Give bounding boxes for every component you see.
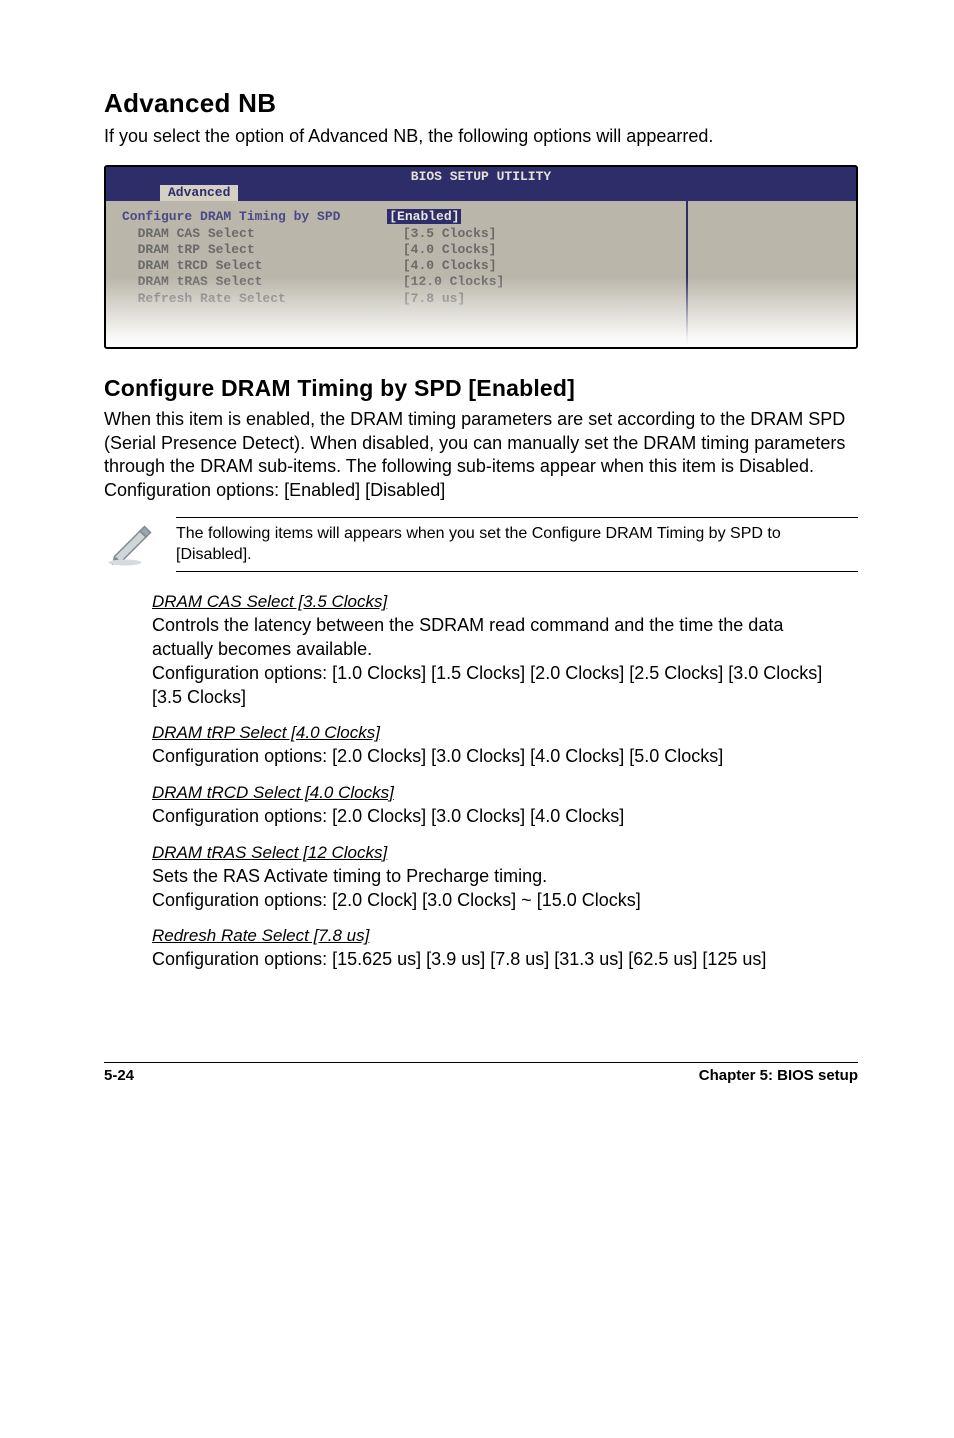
sub-item: DRAM tRP Select [4.0 Clocks] Configurati… (152, 723, 832, 769)
sub-item-heading: DRAM tRCD Select [4.0 Clocks] (152, 783, 394, 802)
sub-item: DRAM tRAS Select [12 Clocks] Sets the RA… (152, 843, 832, 913)
bios-tab-bar: Advanced (106, 185, 856, 201)
sub-item-heading: Redresh Rate Select [7.8 us] (152, 926, 369, 945)
pencil-note-icon (104, 517, 158, 569)
bios-settings-column: Configure DRAM Timing by SPD [Enabled] D… (106, 201, 686, 347)
note-text-wrapper: The following items will appears when yo… (176, 517, 858, 573)
bios-row[interactable]: Configure DRAM Timing by SPD [Enabled] (122, 209, 670, 225)
bios-body: Configure DRAM Timing by SPD [Enabled] D… (106, 201, 856, 347)
sub-item-body: Configuration options: [15.625 us] [3.9 … (152, 948, 832, 972)
bios-row[interactable]: DRAM tRCD Select [4.0 Clocks] (122, 258, 670, 274)
bios-row-value: [4.0 Clocks] (403, 242, 497, 257)
bios-row-value: [7.8 us] (403, 291, 465, 306)
chapter-label: Chapter 5: BIOS setup (699, 1067, 858, 1084)
page: Advanced NB If you select the option of … (0, 0, 954, 1144)
intro-text: If you select the option of Advanced NB,… (104, 125, 858, 149)
sub-item: DRAM tRCD Select [4.0 Clocks] Configurat… (152, 783, 832, 829)
sub-item-heading: DRAM CAS Select [3.5 Clocks] (152, 592, 387, 611)
bios-row[interactable]: DRAM tRP Select [4.0 Clocks] (122, 242, 670, 258)
bios-row[interactable]: DRAM CAS Select [3.5 Clocks] (122, 226, 670, 242)
note-text: The following items will appears when yo… (176, 524, 858, 566)
bios-row-label: Refresh Rate Select (122, 291, 286, 306)
bios-row-value: [Enabled] (387, 209, 461, 224)
divider (176, 517, 858, 518)
subsection-text: When this item is enabled, the DRAM timi… (104, 408, 858, 503)
bios-row-value: [12.0 Clocks] (403, 274, 504, 289)
bios-row-label: DRAM tRCD Select (122, 258, 262, 273)
bios-row-value: [4.0 Clocks] (403, 258, 497, 273)
sub-item-body: Configuration options: [2.0 Clocks] [3.0… (152, 805, 832, 829)
note: The following items will appears when yo… (104, 517, 858, 573)
page-footer: 5-24 Chapter 5: BIOS setup (104, 1062, 858, 1084)
bios-row-label: DRAM tRP Select (122, 242, 255, 257)
sub-item-heading: DRAM tRP Select [4.0 Clocks] (152, 723, 380, 742)
bios-row[interactable]: DRAM tRAS Select [12.0 Clocks] (122, 274, 670, 290)
sub-item-body: Sets the RAS Activate timing to Precharg… (152, 865, 832, 913)
bios-row-label: DRAM CAS Select (122, 226, 255, 241)
bios-row[interactable]: Refresh Rate Select [7.8 us] (122, 291, 670, 307)
bios-help-column (686, 201, 856, 347)
bios-title: BIOS SETUP UTILITY (106, 167, 856, 185)
sub-item-heading: DRAM tRAS Select [12 Clocks] (152, 843, 387, 862)
sub-item: DRAM CAS Select [3.5 Clocks] Controls th… (152, 592, 832, 709)
section-heading: Advanced NB (104, 88, 858, 119)
divider (176, 571, 858, 572)
subsection-heading: Configure DRAM Timing by SPD [Enabled] (104, 375, 858, 402)
sub-item: Redresh Rate Select [7.8 us] Configurati… (152, 926, 832, 972)
bios-panel: BIOS SETUP UTILITY Advanced Configure DR… (104, 165, 858, 349)
sub-item-body: Configuration options: [2.0 Clocks] [3.0… (152, 745, 832, 769)
bios-row-label: Configure DRAM Timing by SPD (122, 209, 340, 224)
bios-row-value: [3.5 Clocks] (403, 226, 497, 241)
bios-tab-advanced[interactable]: Advanced (160, 185, 238, 201)
sub-item-body: Controls the latency between the SDRAM r… (152, 614, 832, 709)
bios-row-label: DRAM tRAS Select (122, 274, 262, 289)
page-number: 5-24 (104, 1067, 134, 1084)
